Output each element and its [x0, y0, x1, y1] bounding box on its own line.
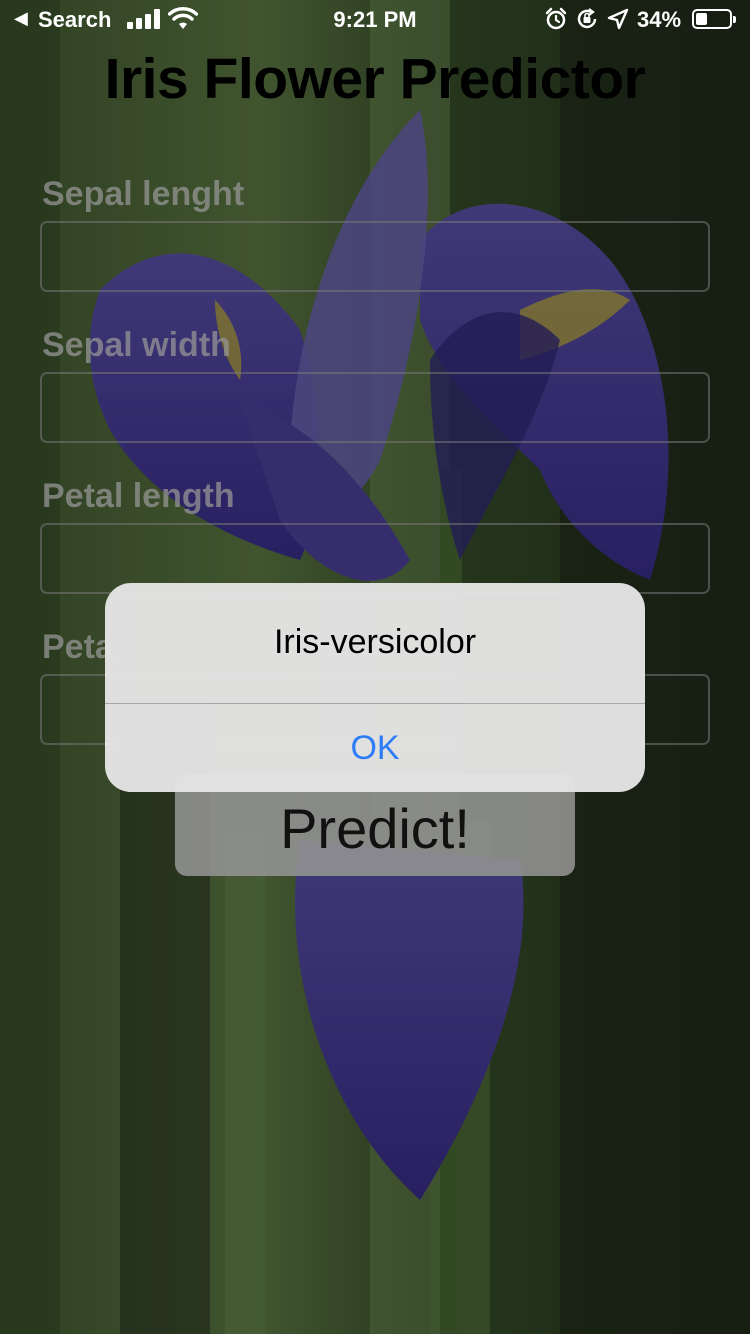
sepal-width-input[interactable] [40, 372, 710, 443]
ok-button[interactable]: OK [105, 704, 645, 792]
alarm-icon [545, 7, 567, 30]
page-title: Iris Flower Predictor [104, 47, 646, 111]
sepal-width-label: Sepal width [42, 326, 231, 364]
rotation-lock-icon [577, 8, 597, 29]
petal-length-label: Petal length [42, 477, 235, 515]
prediction-alert: Iris-versicolor OK [105, 583, 645, 792]
sepal-length-label: Sepal lenght [42, 175, 245, 213]
battery-percent: 34% [637, 7, 682, 32]
petal-width-label: Peta [42, 628, 114, 666]
status-bar: ◀ Search 9:21 PM 34% [0, 0, 750, 40]
battery-icon [692, 9, 736, 29]
location-arrow-icon [607, 8, 629, 30]
alert-message: Iris-versicolor [273, 623, 477, 661]
sepal-length-input[interactable] [40, 221, 710, 292]
